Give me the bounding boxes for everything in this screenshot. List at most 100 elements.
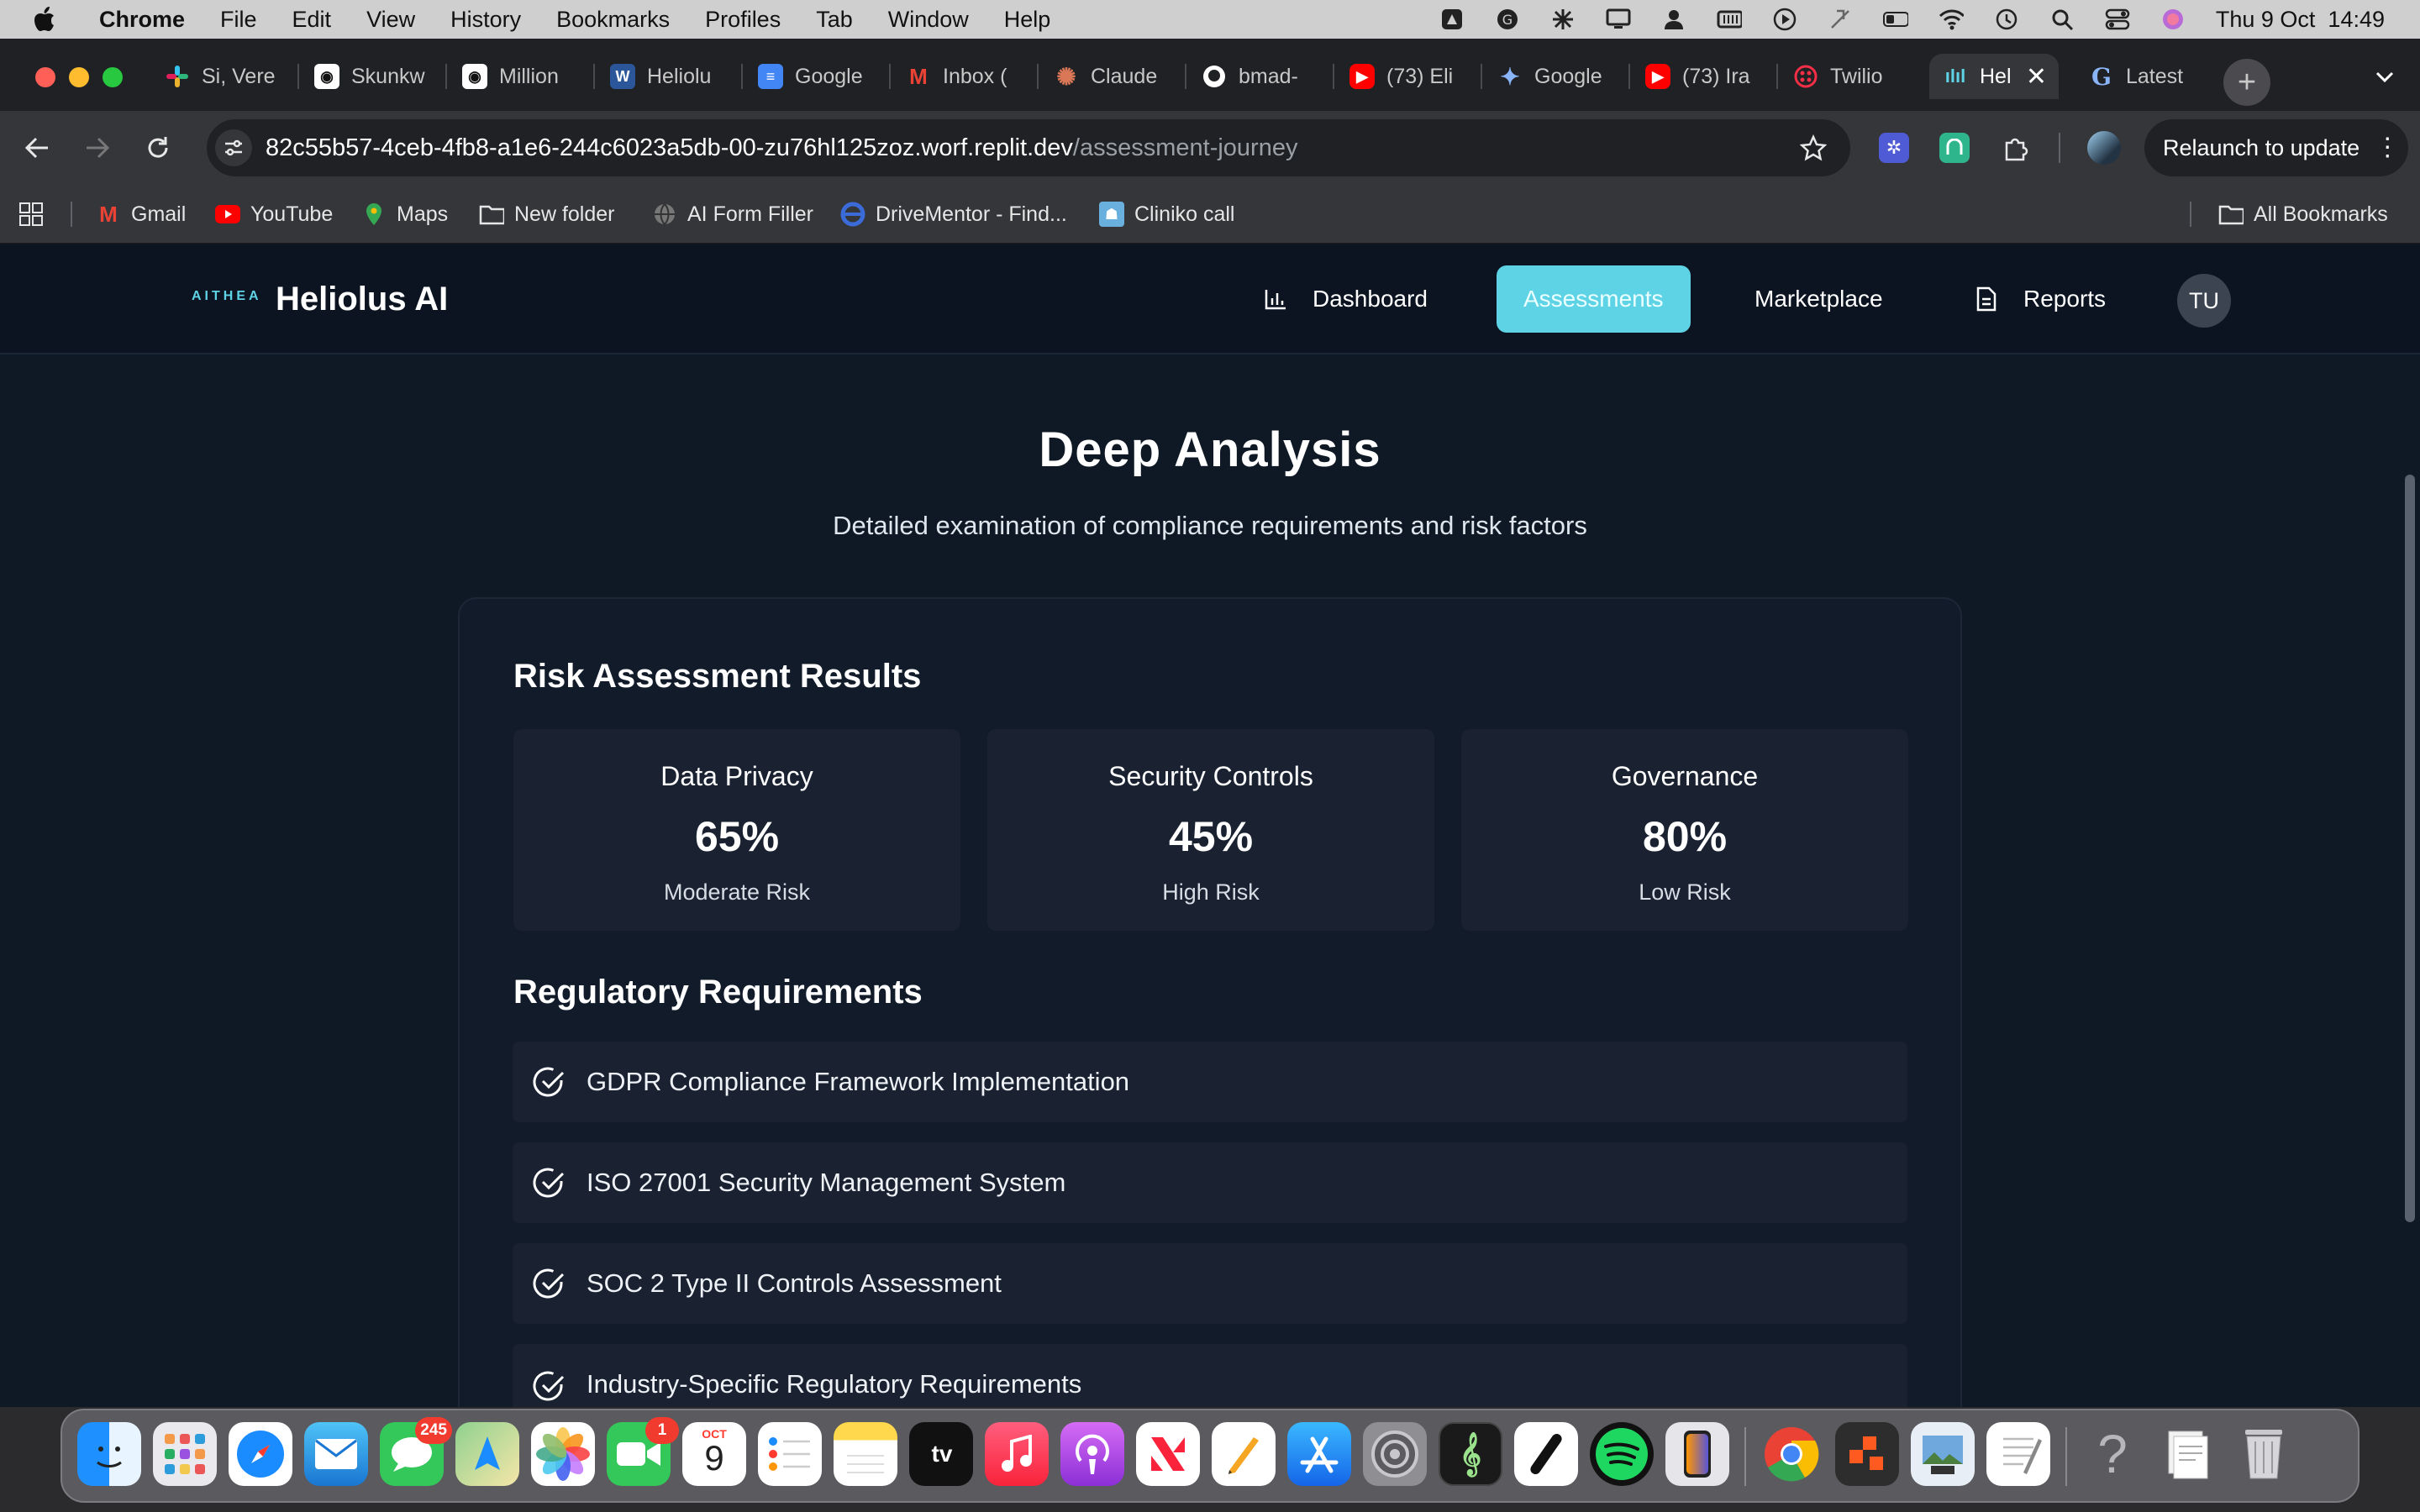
- memory-icon[interactable]: [1717, 7, 1742, 32]
- play-icon[interactable]: [1772, 7, 1797, 32]
- tab-skunkworks[interactable]: ◉ Skunkw: [314, 54, 427, 99]
- tab-youtube-1[interactable]: ▶ (73) Eli: [1349, 54, 1462, 99]
- preview-icon[interactable]: [1911, 1422, 1975, 1486]
- profile-avatar[interactable]: [2087, 131, 2121, 165]
- trash-icon[interactable]: [2232, 1422, 2296, 1486]
- menu-tab[interactable]: Tab: [816, 7, 853, 33]
- iphone-mirroring-icon[interactable]: [1665, 1422, 1729, 1486]
- stack-app-icon[interactable]: [1835, 1422, 1899, 1486]
- tab-heliolus-active[interactable]: ılıl Hel ✕: [1929, 54, 2059, 99]
- news-icon[interactable]: [1136, 1422, 1200, 1486]
- extension-1-icon[interactable]: ✲: [1879, 133, 1909, 163]
- menu-help[interactable]: Help: [1004, 7, 1051, 33]
- new-tab-button[interactable]: +: [2223, 59, 2270, 106]
- site-info-icon[interactable]: [215, 129, 252, 166]
- menu-history[interactable]: History: [450, 7, 521, 33]
- extension-2-icon[interactable]: [1939, 133, 1970, 163]
- nav-reports[interactable]: Reports: [1976, 265, 2106, 333]
- safari-icon[interactable]: [229, 1422, 292, 1486]
- bookmark-maps[interactable]: Maps: [361, 197, 448, 232]
- display-icon[interactable]: [1606, 7, 1631, 32]
- tab-claude[interactable]: ✺ Claude: [1054, 54, 1166, 99]
- spotlight-search-icon[interactable]: [2049, 7, 2075, 32]
- tab-million[interactable]: ◉ Million: [462, 54, 575, 99]
- battery-icon[interactable]: [1882, 7, 1908, 32]
- maps-icon[interactable]: [455, 1422, 519, 1486]
- claude-status-icon[interactable]: [1550, 7, 1576, 32]
- nav-marketplace[interactable]: Marketplace: [1754, 265, 1883, 333]
- reminders-icon[interactable]: [758, 1422, 822, 1486]
- grammarly-icon[interactable]: G: [1495, 7, 1520, 32]
- music-icon[interactable]: [985, 1422, 1049, 1486]
- apple-menu-icon[interactable]: [34, 7, 55, 32]
- tab-latest[interactable]: G Latest: [2089, 54, 2207, 99]
- menu-edit[interactable]: Edit: [292, 7, 332, 33]
- apps-grid-icon[interactable]: [18, 197, 44, 232]
- forward-button[interactable]: [81, 131, 114, 165]
- window-minimize-button[interactable]: [69, 67, 89, 87]
- tab-github[interactable]: bmad-: [1202, 54, 1314, 99]
- help-question-icon[interactable]: ?: [2081, 1422, 2144, 1486]
- all-bookmarks[interactable]: All Bookmarks: [2218, 197, 2388, 232]
- window-close-button[interactable]: [35, 67, 55, 87]
- tab-google-docs[interactable]: ≡ Google: [758, 54, 871, 99]
- wifi-icon[interactable]: [1939, 7, 1964, 32]
- bookmark-youtube[interactable]: YouTube: [215, 197, 333, 232]
- reload-button[interactable]: [141, 131, 175, 165]
- music-notation-icon[interactable]: 𝄞: [1439, 1422, 1502, 1486]
- bookmark-star-icon[interactable]: [1800, 134, 1827, 161]
- bookmark-drivementor[interactable]: DriveMentor - Find...: [840, 197, 1067, 232]
- notes-icon[interactable]: [834, 1422, 897, 1486]
- control-center-icon[interactable]: [2105, 7, 2130, 32]
- nav-assessments[interactable]: Assessments: [1497, 265, 1691, 333]
- back-button[interactable]: [20, 131, 54, 165]
- menubar-clock[interactable]: Thu 9 Oct 14:49: [2216, 7, 2385, 33]
- calendar-icon[interactable]: OCT 9: [682, 1422, 746, 1486]
- relaunch-to-update-button[interactable]: Relaunch to update ⋮: [2144, 119, 2408, 176]
- tab-twilio[interactable]: Twilio: [1793, 54, 1906, 99]
- tab-gemini[interactable]: ✦ Google: [1497, 54, 1610, 99]
- bookmark-ai-form-filler[interactable]: AI Form Filler: [652, 197, 813, 232]
- menu-file[interactable]: File: [220, 7, 257, 33]
- bookmark-gmail[interactable]: M Gmail: [96, 197, 186, 232]
- slash-app-icon[interactable]: [1514, 1422, 1578, 1486]
- address-bar[interactable]: 82c55b57-4ceb-4fb8-a1e6-244c6023a5db-00-…: [207, 119, 1850, 176]
- spotify-icon[interactable]: [1590, 1422, 1654, 1486]
- mic-off-icon[interactable]: [1828, 7, 1853, 32]
- nav-dashboard[interactable]: Dashboard: [1264, 265, 1428, 333]
- podcasts-icon[interactable]: [1060, 1422, 1124, 1486]
- tab-youtube-2[interactable]: ▶ (73) Ira: [1645, 54, 1758, 99]
- chrome-icon[interactable]: [1760, 1422, 1823, 1486]
- user-avatar[interactable]: TU: [2177, 274, 2231, 328]
- tab-gmail-inbox[interactable]: M Inbox (: [906, 54, 1018, 99]
- page-scrollbar[interactable]: [2405, 475, 2415, 1222]
- brand-name[interactable]: Heliolus AI: [276, 281, 448, 318]
- system-settings-icon[interactable]: [1363, 1422, 1427, 1486]
- time-machine-icon[interactable]: [1994, 7, 2019, 32]
- app-store-icon[interactable]: [1287, 1422, 1351, 1486]
- tab-heliolus-doc[interactable]: W Heliolu: [610, 54, 723, 99]
- menu-window[interactable]: Window: [888, 7, 969, 33]
- menu-view[interactable]: View: [366, 7, 415, 33]
- finder-icon[interactable]: [77, 1422, 141, 1486]
- textedit-icon[interactable]: [1986, 1422, 2050, 1486]
- menu-bookmarks[interactable]: Bookmarks: [556, 7, 670, 33]
- menu-profiles[interactable]: Profiles: [705, 7, 781, 33]
- bookmark-new-folder[interactable]: New folder: [479, 197, 615, 232]
- aithea-logo[interactable]: AITHEA: [192, 289, 262, 304]
- status-app-icon[interactable]: [1439, 7, 1465, 32]
- bookmark-cliniko[interactable]: ☗ Cliniko call: [1099, 197, 1234, 232]
- tab-search-chevron-icon[interactable]: [2368, 60, 2402, 94]
- pages-icon[interactable]: [1212, 1422, 1276, 1486]
- tab-close-icon[interactable]: ✕: [2026, 62, 2047, 92]
- tab-slack[interactable]: Si, Vere: [165, 54, 289, 99]
- facetime-icon[interactable]: 1: [607, 1417, 679, 1486]
- user-icon[interactable]: [1661, 7, 1686, 32]
- mail-icon[interactable]: [304, 1422, 368, 1486]
- documents-stack-icon[interactable]: [2156, 1422, 2220, 1486]
- menu-app-name[interactable]: Chrome: [99, 7, 185, 33]
- messages-icon[interactable]: 245: [380, 1417, 452, 1486]
- siri-icon[interactable]: [2160, 7, 2186, 32]
- apple-tv-icon[interactable]: tv: [909, 1422, 973, 1486]
- photos-icon[interactable]: [531, 1422, 595, 1486]
